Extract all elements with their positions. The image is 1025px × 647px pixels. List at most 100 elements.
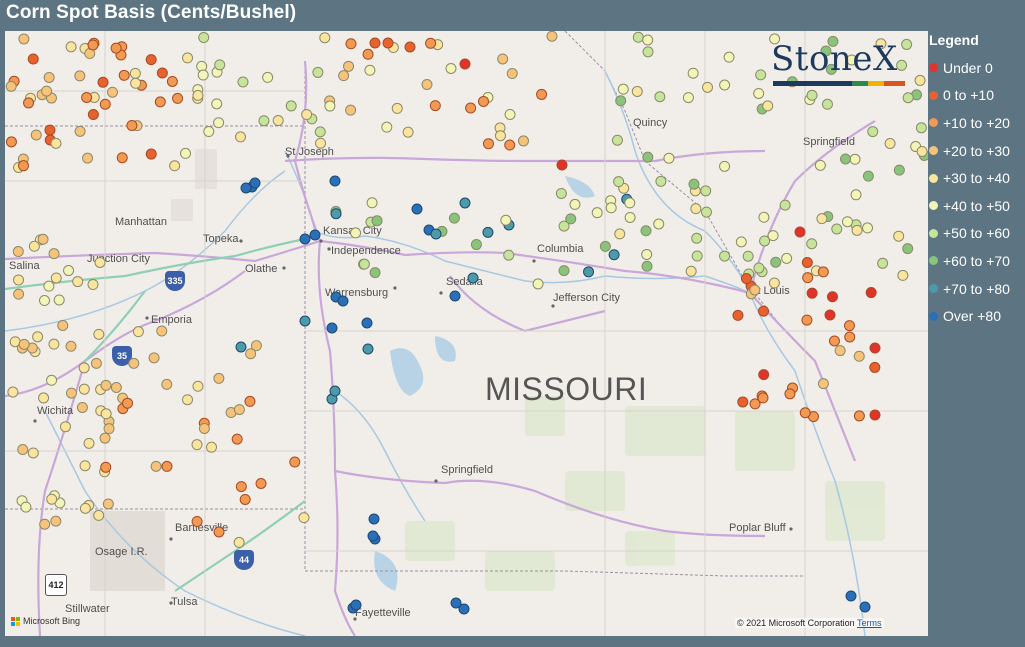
basis-point-marker[interactable] [63, 265, 75, 277]
basis-point-marker[interactable] [169, 160, 181, 172]
basis-point-marker[interactable] [654, 91, 666, 103]
basis-point-marker[interactable] [50, 515, 62, 527]
basis-point-marker[interactable] [770, 256, 782, 268]
basis-point-marker[interactable] [74, 125, 86, 137]
basis-point-marker[interactable] [821, 98, 833, 110]
basis-point-marker[interactable] [742, 250, 754, 262]
basis-point-marker[interactable] [44, 124, 56, 136]
basis-point-marker[interactable] [301, 109, 313, 121]
basis-point-marker[interactable] [784, 388, 796, 400]
basis-point-marker[interactable] [470, 239, 482, 251]
basis-point-marker[interactable] [719, 250, 731, 262]
basis-point-marker[interactable] [893, 164, 905, 176]
basis-point-marker[interactable] [53, 294, 65, 306]
basis-point-marker[interactable] [37, 233, 49, 245]
basis-point-marker[interactable] [779, 199, 791, 211]
basis-point-marker[interactable] [145, 54, 157, 66]
basis-point-marker[interactable] [368, 513, 380, 525]
legend-item[interactable]: +30 to +40 [929, 164, 1025, 192]
basis-point-marker[interactable] [884, 137, 896, 149]
basis-point-marker[interactable] [503, 249, 515, 261]
basis-point-marker[interactable] [556, 159, 568, 171]
basis-point-marker[interactable] [583, 266, 595, 278]
basis-point-marker[interactable] [46, 374, 58, 386]
basis-point-marker[interactable] [315, 137, 327, 149]
basis-point-marker[interactable] [23, 97, 35, 109]
basis-point-marker[interactable] [364, 64, 376, 76]
basis-point-marker[interactable] [624, 211, 636, 223]
basis-point-marker[interactable] [688, 178, 700, 190]
basis-point-marker[interactable] [826, 291, 838, 303]
basis-point-marker[interactable] [235, 341, 247, 353]
basis-point-marker[interactable] [641, 260, 653, 272]
basis-point-marker[interactable] [298, 512, 310, 524]
basis-point-marker[interactable] [46, 493, 58, 505]
basis-point-marker[interactable] [48, 338, 60, 350]
basis-point-marker[interactable] [740, 273, 752, 285]
basis-point-marker[interactable] [642, 151, 654, 163]
basis-point-marker[interactable] [203, 126, 215, 138]
basis-point-marker[interactable] [814, 159, 826, 171]
basis-point-marker[interactable] [391, 102, 403, 114]
basis-point-marker[interactable] [239, 493, 251, 505]
basis-point-marker[interactable] [148, 352, 160, 364]
basis-point-marker[interactable] [867, 126, 879, 138]
basis-point-marker[interactable] [39, 518, 51, 530]
basis-point-marker[interactable] [831, 223, 843, 235]
basis-point-marker[interactable] [655, 175, 667, 187]
basis-point-marker[interactable] [87, 109, 99, 121]
basis-point-marker[interactable] [591, 207, 603, 219]
basis-point-marker[interactable] [700, 206, 712, 218]
basis-point-marker[interactable] [50, 272, 62, 284]
basis-point-marker[interactable] [244, 395, 256, 407]
basis-point-marker[interactable] [482, 138, 494, 150]
basis-point-marker[interactable] [617, 83, 629, 95]
basis-point-marker[interactable] [329, 175, 341, 187]
basis-point-marker[interactable] [182, 52, 194, 64]
basis-point-marker[interactable] [506, 68, 518, 80]
basis-point-marker[interactable] [802, 272, 814, 284]
basis-point-marker[interactable] [309, 229, 321, 241]
basis-point-marker[interactable] [558, 265, 570, 277]
basis-point-marker[interactable] [843, 320, 855, 332]
basis-point-marker[interactable] [83, 437, 95, 449]
basis-point-marker[interactable] [250, 340, 262, 352]
basis-point-marker[interactable] [172, 92, 184, 104]
basis-point-marker[interactable] [130, 77, 142, 89]
basis-point-marker[interactable] [43, 280, 55, 292]
basis-point-marker[interactable] [100, 379, 112, 391]
basis-point-marker[interactable] [841, 216, 853, 228]
basis-point-marker[interactable] [132, 326, 144, 338]
basis-point-marker[interactable] [687, 67, 699, 79]
basis-point-marker[interactable] [93, 509, 105, 521]
basis-point-marker[interactable] [845, 590, 857, 602]
basis-point-marker[interactable] [65, 340, 77, 352]
basis-point-marker[interactable] [737, 396, 749, 408]
basis-point-marker[interactable] [421, 78, 433, 90]
basis-point-marker[interactable] [877, 257, 889, 269]
basis-point-marker[interactable] [482, 226, 494, 238]
basis-point-marker[interactable] [93, 328, 105, 340]
basis-point-marker[interactable] [27, 53, 39, 65]
basis-point-marker[interactable] [569, 198, 581, 210]
basis-point-marker[interactable] [366, 197, 378, 209]
basis-point-marker[interactable] [816, 213, 828, 225]
basis-point-marker[interactable] [41, 85, 53, 97]
basis-point-marker[interactable] [762, 100, 774, 112]
basis-point-marker[interactable] [87, 279, 99, 291]
basis-point-marker[interactable] [504, 108, 516, 120]
basis-point-marker[interactable] [430, 228, 442, 240]
basis-point-marker[interactable] [834, 345, 846, 357]
basis-point-marker[interactable] [497, 53, 509, 65]
basis-point-marker[interactable] [371, 215, 383, 227]
basis-point-marker[interactable] [20, 501, 32, 513]
basis-point-marker[interactable] [258, 115, 270, 127]
basis-point-marker[interactable] [7, 386, 19, 398]
basis-point-marker[interactable] [154, 96, 166, 108]
basis-point-marker[interactable] [161, 378, 173, 390]
basis-point-marker[interactable] [753, 262, 765, 274]
basis-point-marker[interactable] [702, 81, 714, 93]
basis-point-marker[interactable] [5, 136, 17, 148]
basis-point-marker[interactable] [381, 121, 393, 133]
basis-point-marker[interactable] [517, 135, 529, 147]
